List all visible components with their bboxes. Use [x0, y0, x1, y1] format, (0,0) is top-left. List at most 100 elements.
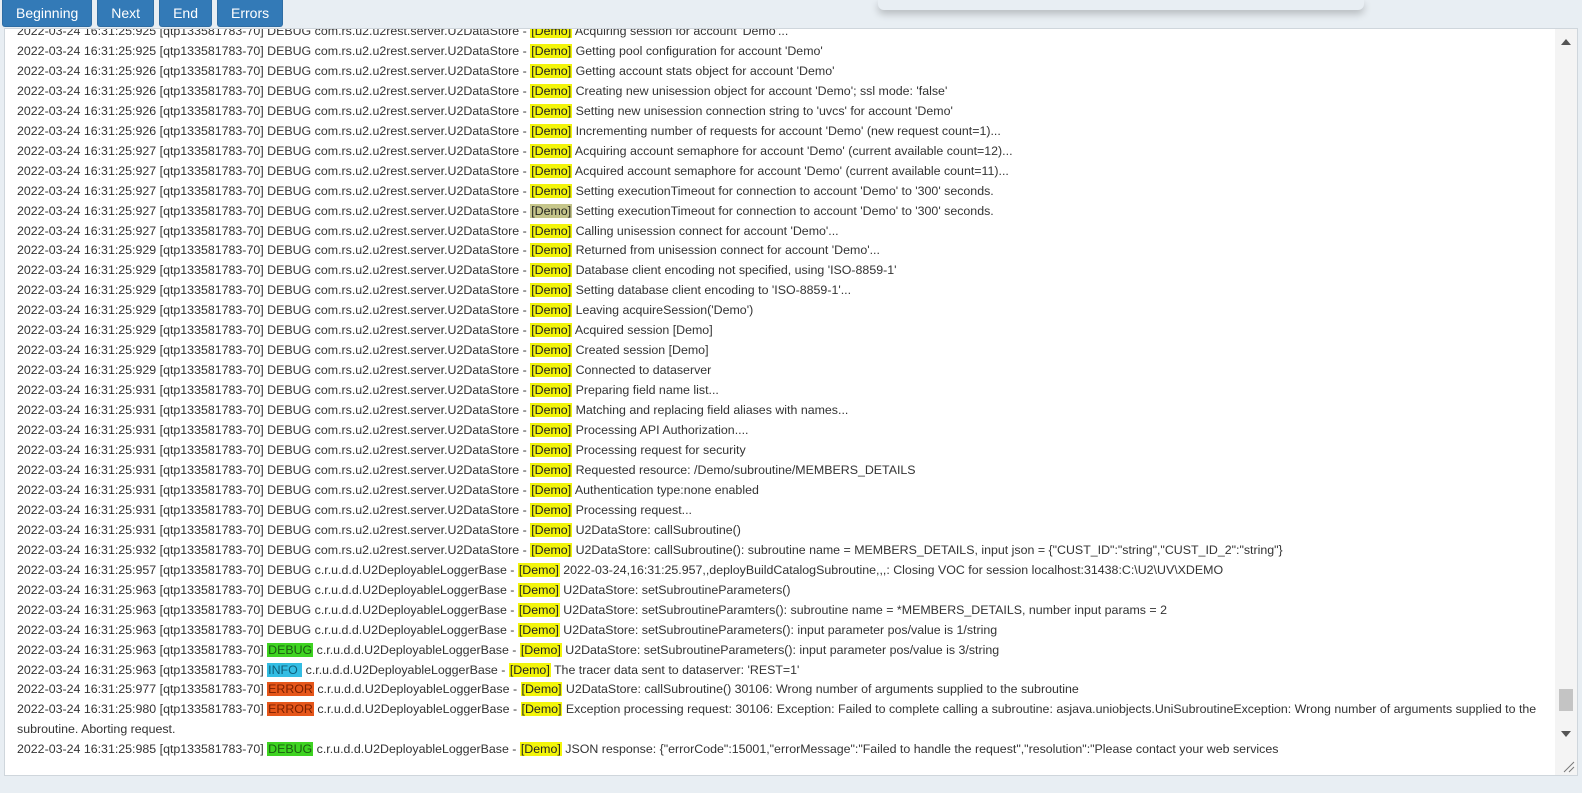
log-level: DEBUG	[267, 562, 312, 577]
log-level: DEBUG	[267, 283, 312, 298]
log-logger: c.r.u.d.d.U2DeployableLoggerBase	[314, 602, 507, 617]
log-logger: com.rs.u2.u2rest.server.U2DataStore	[314, 223, 520, 238]
end-button[interactable]: End	[159, 0, 212, 27]
log-message: 2022-03-24,16:31:25.957,,deployBuildCata…	[563, 562, 1224, 577]
account-tag: [Demo]	[530, 263, 573, 278]
log-line: 2022-03-24 16:31:25:929 [qtp133581783-70…	[17, 283, 852, 298]
log-level: DEBUG	[267, 522, 312, 537]
log-thread: [qtp133581783-70]	[159, 383, 264, 398]
account-tag: [Demo]	[530, 482, 573, 497]
resize-handle-icon[interactable]	[1563, 761, 1575, 773]
log-timestamp: 2022-03-24 16:31:25:927	[17, 183, 157, 198]
log-line: 2022-03-24 16:31:25:926 [qtp133581783-70…	[17, 83, 948, 98]
log-logger: com.rs.u2.u2rest.server.U2DataStore	[314, 502, 520, 517]
log-timestamp: 2022-03-24 16:31:25:963	[17, 642, 157, 657]
account-tag: [Demo]	[530, 443, 573, 458]
log-message: Created session [Demo]	[575, 343, 709, 358]
log-thread: [qtp133581783-70]	[159, 502, 264, 517]
account-tag: [Demo]	[530, 203, 573, 218]
log-thread: [qtp133581783-70]	[159, 103, 264, 118]
log-message: Calling unisession connect for account '…	[575, 223, 839, 238]
log-viewer[interactable]: 2022-03-24 16:31:25:925 [qtp133581783-70…	[4, 28, 1578, 776]
errors-button[interactable]: Errors	[217, 0, 284, 27]
log-level: DEBUG	[267, 622, 312, 637]
log-level: DEBUG	[267, 542, 312, 557]
log-line: 2022-03-24 16:31:25:929 [qtp133581783-70…	[17, 323, 713, 338]
account-tag: [Demo]	[530, 223, 573, 238]
log-line: 2022-03-24 16:31:25:931 [qtp133581783-70…	[17, 462, 916, 477]
log-thread: [qtp133581783-70]	[159, 562, 264, 577]
floating-panel-edge	[878, 0, 1364, 10]
log-message: Processing request...	[575, 502, 692, 517]
log-message: U2DataStore: callSubroutine(): subroutin…	[575, 542, 1283, 557]
log-message: Matching and replacing field aliases wit…	[575, 403, 849, 418]
beginning-button[interactable]: Beginning	[2, 0, 93, 27]
account-tag: [Demo]	[530, 43, 573, 58]
account-tag: [Demo]	[530, 522, 573, 537]
log-line: 2022-03-24 16:31:25:931 [qtp133581783-70…	[17, 443, 746, 458]
log-message: Acquired session [Demo]	[574, 323, 713, 338]
log-level: DEBUG	[267, 403, 312, 418]
log-logger: com.rs.u2.u2rest.server.U2DataStore	[314, 542, 520, 557]
log-thread: [qtp133581783-70]	[159, 83, 264, 98]
log-lines: 2022-03-24 16:31:25:925 [qtp133581783-70…	[5, 28, 1549, 760]
account-tag: [Demo]	[517, 562, 560, 577]
account-tag: [Demo]	[530, 29, 573, 38]
vertical-scrollbar[interactable]	[1555, 29, 1577, 775]
log-line: 2022-03-24 16:31:25:963 [qtp133581783-70…	[17, 662, 800, 677]
log-thread: [qtp133581783-70]	[159, 662, 264, 677]
log-timestamp: 2022-03-24 16:31:25:931	[17, 502, 157, 517]
log-thread: [qtp133581783-70]	[159, 522, 264, 537]
log-message: Setting executionTimeout for connection …	[575, 183, 994, 198]
log-timestamp: 2022-03-24 16:31:25:927	[17, 223, 157, 238]
next-button[interactable]: Next	[97, 0, 155, 27]
log-line: 2022-03-24 16:31:25:931 [qtp133581783-70…	[17, 502, 692, 517]
account-tag: [Demo]	[530, 383, 573, 398]
log-thread: [qtp133581783-70]	[159, 43, 264, 58]
log-line: 2022-03-24 16:31:25:980 [qtp133581783-70…	[17, 702, 1540, 737]
log-message: The tracer data sent to dataserver: 'RES…	[553, 662, 800, 677]
log-message: Acquired account semaphore for account '…	[574, 163, 1009, 178]
account-tag: [Demo]	[530, 103, 573, 118]
account-tag: [Demo]	[530, 462, 573, 477]
log-logger: com.rs.u2.u2rest.server.U2DataStore	[314, 323, 520, 338]
account-tag: [Demo]	[519, 642, 562, 657]
log-level: DEBUG	[267, 383, 312, 398]
account-tag: [Demo]	[520, 702, 563, 717]
log-thread: [qtp133581783-70]	[159, 423, 264, 438]
log-level: ERROR	[267, 682, 314, 697]
log-message: Setting executionTimeout for connection …	[575, 203, 994, 218]
log-level: DEBUG	[267, 602, 312, 617]
log-timestamp: 2022-03-24 16:31:25:931	[17, 443, 157, 458]
log-line: 2022-03-24 16:31:25:927 [qtp133581783-70…	[17, 183, 994, 198]
log-logger: com.rs.u2.u2rest.server.U2DataStore	[314, 28, 520, 38]
log-timestamp: 2022-03-24 16:31:25:927	[17, 203, 157, 218]
log-timestamp: 2022-03-24 16:31:25:977	[17, 682, 157, 697]
log-thread: [qtp133581783-70]	[159, 702, 264, 717]
log-timestamp: 2022-03-24 16:31:25:929	[17, 303, 157, 318]
scroll-up-icon[interactable]	[1561, 39, 1571, 45]
log-line: 2022-03-24 16:31:25:963 [qtp133581783-70…	[17, 642, 1000, 657]
log-thread: [qtp133581783-70]	[159, 462, 264, 477]
log-logger: com.rs.u2.u2rest.server.U2DataStore	[314, 462, 520, 477]
account-tag: [Demo]	[530, 542, 573, 557]
log-thread: [qtp133581783-70]	[159, 283, 264, 298]
scroll-down-icon[interactable]	[1561, 731, 1571, 737]
log-timestamp: 2022-03-24 16:31:25:963	[17, 602, 157, 617]
log-message: U2DataStore: setSubroutineParameters(): …	[563, 622, 998, 637]
log-level: DEBUG	[267, 83, 312, 98]
log-thread: [qtp133581783-70]	[159, 742, 264, 757]
scrollbar-thumb[interactable]	[1559, 689, 1573, 711]
log-thread: [qtp133581783-70]	[159, 183, 264, 198]
log-timestamp: 2022-03-24 16:31:25:931	[17, 462, 157, 477]
log-logger: com.rs.u2.u2rest.server.U2DataStore	[314, 203, 520, 218]
log-message: Preparing field name list...	[575, 383, 719, 398]
log-timestamp: 2022-03-24 16:31:25:931	[17, 522, 157, 537]
log-message: Requested resource: /Demo/subroutine/MEM…	[575, 462, 916, 477]
log-logger: com.rs.u2.u2rest.server.U2DataStore	[314, 43, 520, 58]
log-level: DEBUG	[267, 642, 314, 657]
log-level: DEBUG	[267, 363, 312, 378]
log-level: DEBUG	[267, 243, 312, 258]
log-line: 2022-03-24 16:31:25:929 [qtp133581783-70…	[17, 243, 880, 258]
log-timestamp: 2022-03-24 16:31:25:932	[17, 542, 157, 557]
